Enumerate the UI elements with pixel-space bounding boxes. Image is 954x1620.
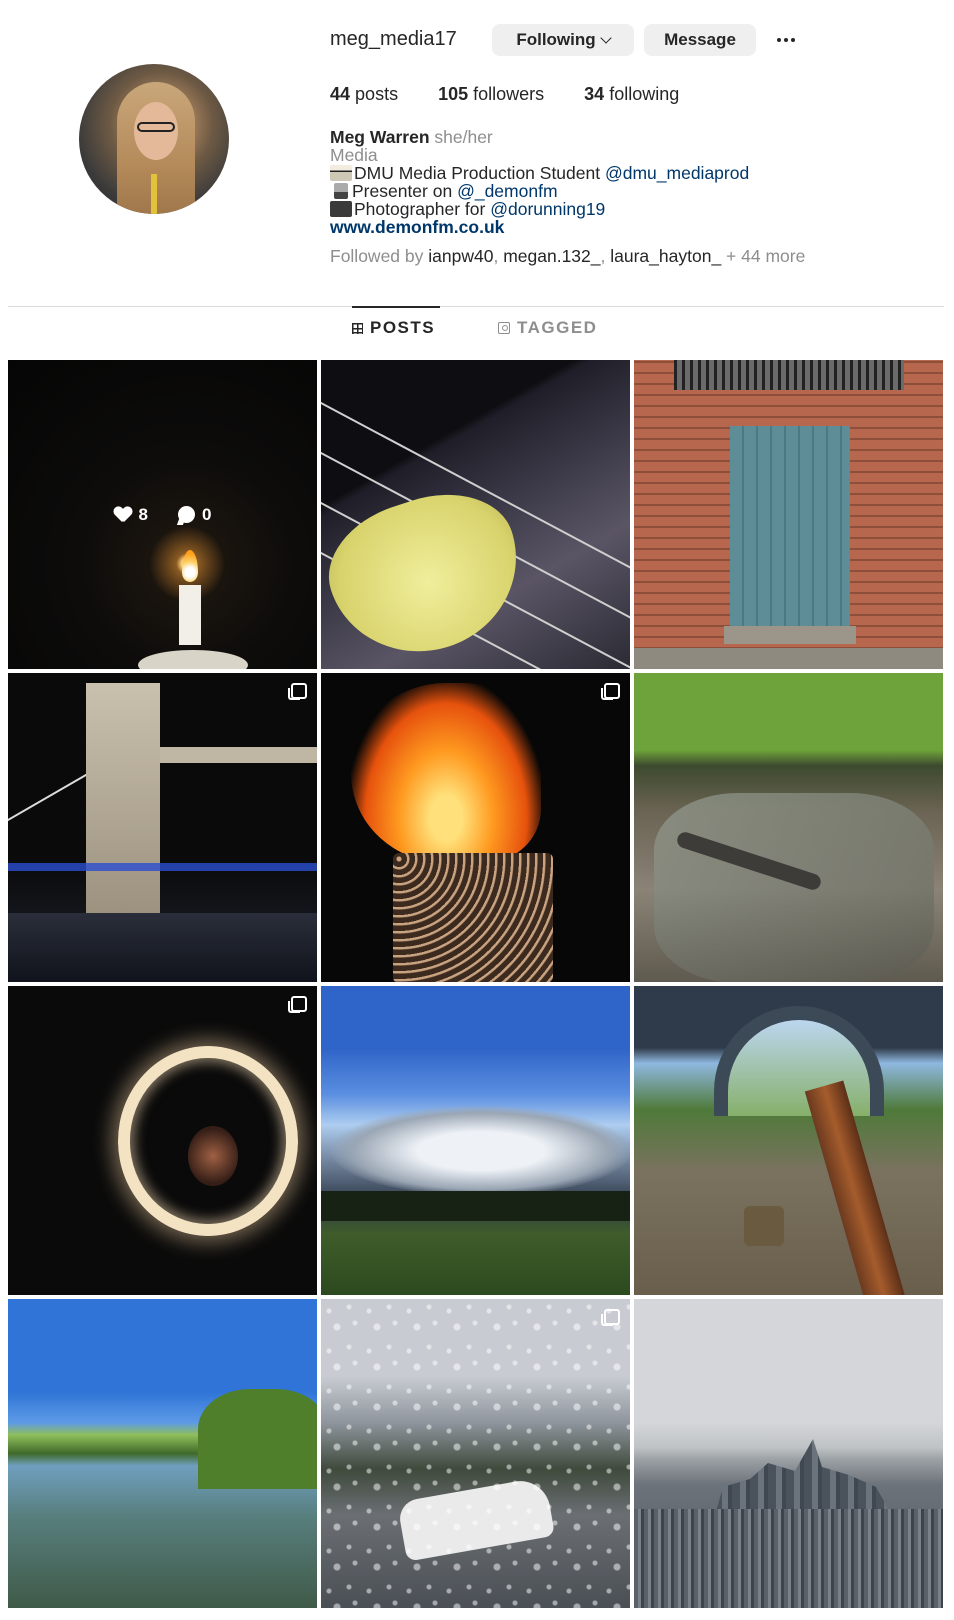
website-link[interactable]: www.demonfm.co.uk <box>330 218 930 236</box>
bio-line-3-text: Photographer for <box>354 199 486 219</box>
multiple-photos-icon <box>288 683 307 700</box>
post-image-detail <box>86 683 160 913</box>
pronouns: she/her <box>434 127 493 147</box>
followed-by-more[interactable]: + 44 more <box>726 246 805 266</box>
avatar-glasses <box>137 122 175 132</box>
chevron-down-icon <box>599 31 612 44</box>
post-image-detail <box>321 474 540 669</box>
heart-icon <box>114 507 132 523</box>
post-image-detail <box>674 360 904 390</box>
mention-dmu-mediaprod[interactable]: @dmu_mediaprod <box>605 163 749 183</box>
mention-dorunning19[interactable]: @dorunning19 <box>490 199 605 219</box>
post-image-detail <box>654 793 934 982</box>
clapperboard-icon <box>330 165 352 181</box>
post-image-detail <box>714 1439 894 1519</box>
post-image-detail <box>744 1206 784 1246</box>
post-image-detail <box>321 1191 630 1221</box>
post-hover-overlay: 8 0 <box>8 360 317 669</box>
post-image-detail <box>714 1006 884 1116</box>
followers-label: followers <box>473 84 545 104</box>
post-image-detail <box>730 426 850 626</box>
mention-demonfm[interactable]: @_demonfm <box>457 181 557 201</box>
tab-posts-label: POSTS <box>370 318 436 337</box>
post-image-detail <box>148 747 317 763</box>
bio-line-2: Presenter on @_demonfm <box>330 182 930 200</box>
posts-label: posts <box>355 84 399 104</box>
profile-header: meg_media17 Following Message 44 posts 1… <box>0 0 954 300</box>
posts-stat: 44 posts <box>330 84 398 105</box>
following-label: following <box>609 84 680 104</box>
camera-icon <box>330 201 352 217</box>
multiple-photos-icon <box>288 996 307 1013</box>
tab-tagged-label: TAGGED <box>517 318 598 337</box>
bio-line-3: Photographer for @dorunning19 <box>330 200 930 218</box>
post-image-detail <box>321 1299 630 1608</box>
followers-count: 105 <box>438 84 469 104</box>
comment-icon <box>178 506 195 523</box>
profile-stats: 44 posts 105 followers 34 following <box>330 84 719 105</box>
multiple-photos-icon <box>601 1309 620 1326</box>
bio-line-2-text: Presenter on <box>352 181 453 201</box>
followed-by-user-2[interactable]: megan.132_ <box>503 246 600 266</box>
post-tile[interactable] <box>321 360 630 669</box>
post-tile[interactable] <box>321 1299 630 1608</box>
tabs-divider <box>8 306 944 307</box>
post-tile[interactable] <box>8 1299 317 1608</box>
message-button[interactable]: Message <box>644 24 756 56</box>
tag-icon <box>498 322 510 334</box>
followers-stat[interactable]: 105 followers <box>438 84 544 105</box>
multiple-photos-icon <box>601 683 620 700</box>
post-tile[interactable] <box>8 673 317 982</box>
post-tile[interactable] <box>8 986 317 1295</box>
followed-by-prefix: Followed by <box>330 246 424 266</box>
post-tile[interactable] <box>634 986 943 1295</box>
bio-name-line: Meg Warren she/her <box>330 128 930 146</box>
profile-username: meg_media17 <box>330 28 457 50</box>
full-name: Meg Warren <box>330 127 430 147</box>
post-image-detail <box>8 913 317 982</box>
post-image-detail <box>8 863 317 871</box>
category: Media <box>330 145 378 165</box>
tab-tagged[interactable]: TAGGED <box>498 308 597 348</box>
more-options-icon[interactable] <box>772 26 800 54</box>
post-image-detail <box>331 1106 630 1196</box>
post-tile[interactable] <box>634 1299 943 1608</box>
microphone-icon <box>334 183 348 199</box>
profile-bio: Meg Warren she/her Media DMU Media Produ… <box>330 128 930 236</box>
bio-line-1: DMU Media Production Student @dmu_mediap… <box>330 164 930 182</box>
post-tile[interactable] <box>634 673 943 982</box>
likes-count: 8 <box>138 504 148 524</box>
tab-posts[interactable]: POSTS <box>352 306 441 348</box>
post-image-detail <box>118 1046 298 1236</box>
followed-by: Followed by ianpw40, megan.132_, laura_h… <box>330 246 806 266</box>
following-stat[interactable]: 34 following <box>584 84 679 105</box>
following-count: 34 <box>584 84 605 104</box>
comments-count: 0 <box>202 504 212 524</box>
post-tile[interactable] <box>634 360 943 669</box>
likes-count-item: 8 <box>114 505 148 525</box>
profile-avatar[interactable] <box>79 64 229 214</box>
post-image-detail <box>724 626 856 644</box>
post-tile[interactable] <box>321 986 630 1295</box>
post-image-detail <box>634 648 943 669</box>
following-button-label: Following <box>516 30 596 49</box>
followed-by-user-1[interactable]: ianpw40 <box>428 246 493 266</box>
post-image-detail <box>634 1509 943 1608</box>
posts-count: 44 <box>330 84 351 104</box>
bio-line-1-text: DMU Media Production Student <box>354 163 601 183</box>
post-image-detail <box>351 683 541 863</box>
post-image-detail <box>198 1389 317 1489</box>
avatar-lanyard <box>151 174 157 214</box>
followed-by-user-3[interactable]: laura_hayton_ <box>610 246 721 266</box>
post-tile[interactable] <box>321 673 630 982</box>
comments-count-item: 0 <box>178 505 211 525</box>
grid-icon <box>352 322 363 334</box>
post-tile[interactable]: 8 0 <box>8 360 317 669</box>
following-button[interactable]: Following <box>492 24 634 56</box>
post-image-detail <box>393 853 553 982</box>
